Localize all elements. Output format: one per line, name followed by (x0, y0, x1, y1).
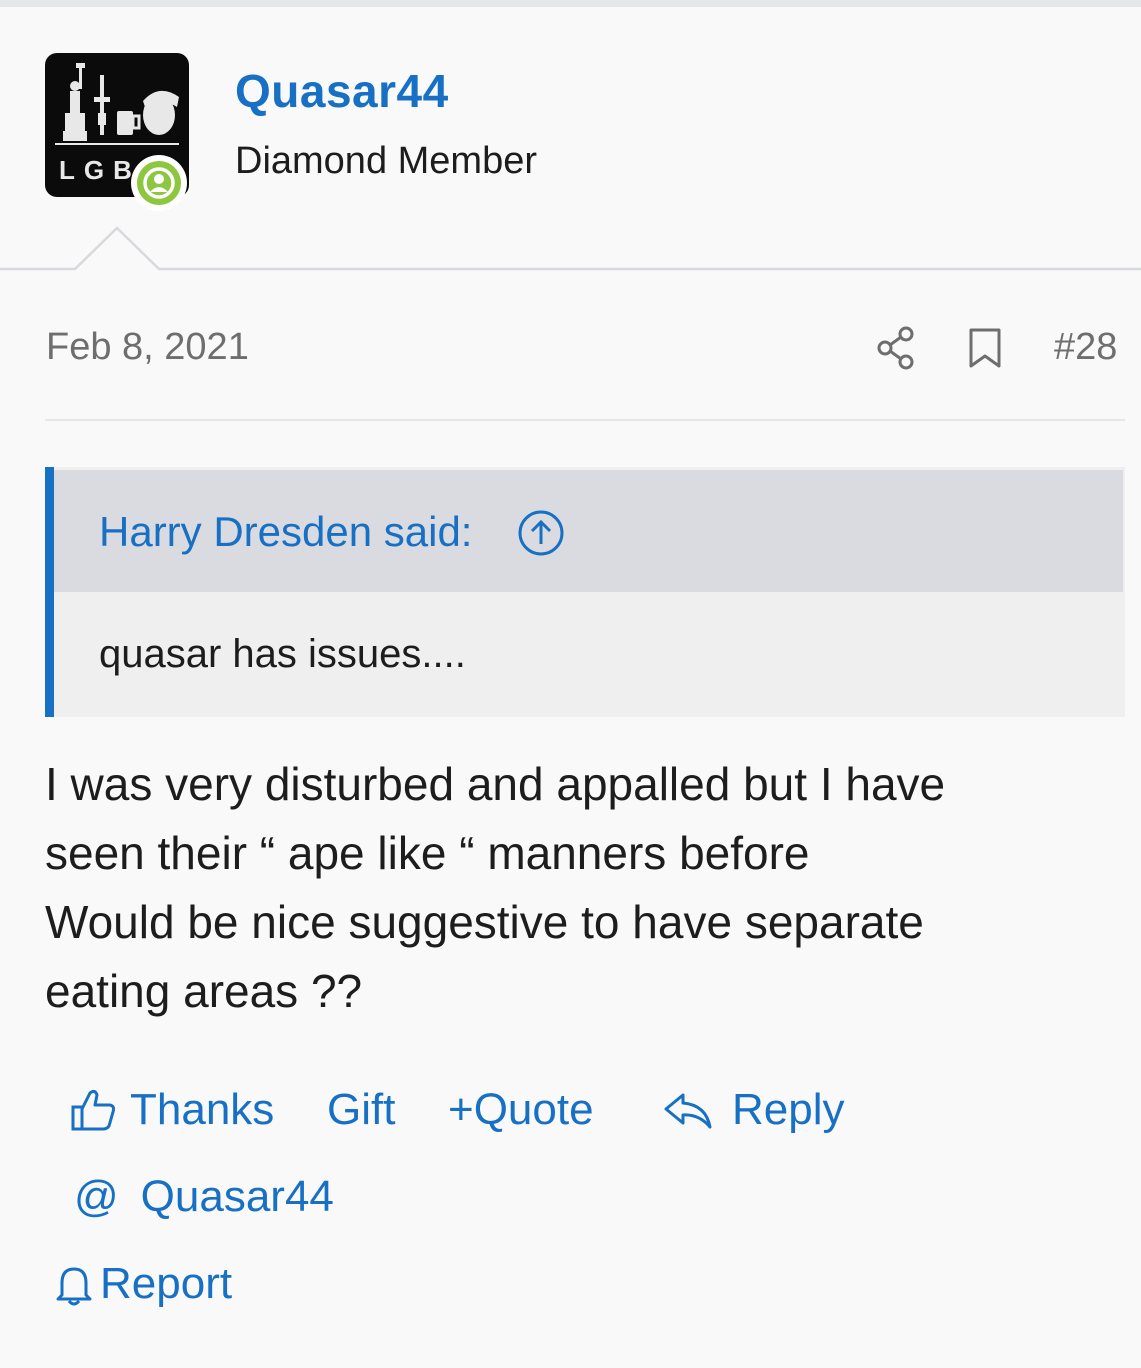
reply-button[interactable]: Reply (663, 1085, 845, 1135)
post-body: I was very disturbed and appalled but I … (45, 750, 1125, 1026)
plus-icon: + (448, 1085, 474, 1134)
thanks-label: Thanks (130, 1085, 275, 1134)
post-body-line: I was very disturbed and appalled but I … (45, 758, 946, 810)
post-number-link[interactable]: #28 (1054, 326, 1117, 369)
quote-block (45, 467, 1125, 717)
quote-accent-bar (45, 467, 54, 717)
post-date[interactable]: Feb 8, 2021 (46, 326, 249, 369)
user-online-icon (143, 167, 175, 199)
mention-username: Quasar44 (140, 1172, 334, 1221)
svg-text:LGB: LGB (59, 155, 141, 185)
post-body-line: eating areas ?? (45, 965, 363, 1017)
header-divider (0, 226, 1141, 271)
share-icon[interactable] (876, 325, 918, 371)
meta-divider (45, 419, 1125, 421)
top-border (0, 0, 1141, 7)
reply-label: Reply (732, 1085, 845, 1134)
gift-button[interactable]: Gift (327, 1085, 395, 1135)
online-status-badge (131, 155, 187, 211)
username-link[interactable]: Quasar44 (235, 64, 449, 118)
quote-text: quasar has issues.... (99, 632, 466, 676)
bell-icon (56, 1267, 92, 1306)
report-button[interactable]: Report (54, 1259, 232, 1309)
at-icon: @ (74, 1172, 119, 1221)
thanks-button[interactable]: Thanks (70, 1085, 274, 1135)
quote-button[interactable]: +Quote (448, 1085, 594, 1135)
arrow-up-circle-icon[interactable] (517, 509, 565, 557)
gift-label: Gift (327, 1085, 396, 1134)
reply-arrow-icon (664, 1093, 712, 1129)
thumbs-up-icon (71, 1089, 116, 1131)
report-label: Report (100, 1259, 233, 1308)
mention-button[interactable]: @ Quasar44 (74, 1172, 334, 1222)
post-body-line: seen their “ ape like “ manners before (45, 827, 810, 879)
post-body-line: Would be nice suggestive to have separat… (45, 896, 924, 948)
quote-author-link[interactable]: Harry Dresden said: (99, 508, 472, 556)
bookmark-icon[interactable] (967, 327, 1003, 369)
quote-label: Quote (473, 1085, 594, 1134)
user-title: Diamond Member (235, 140, 537, 182)
